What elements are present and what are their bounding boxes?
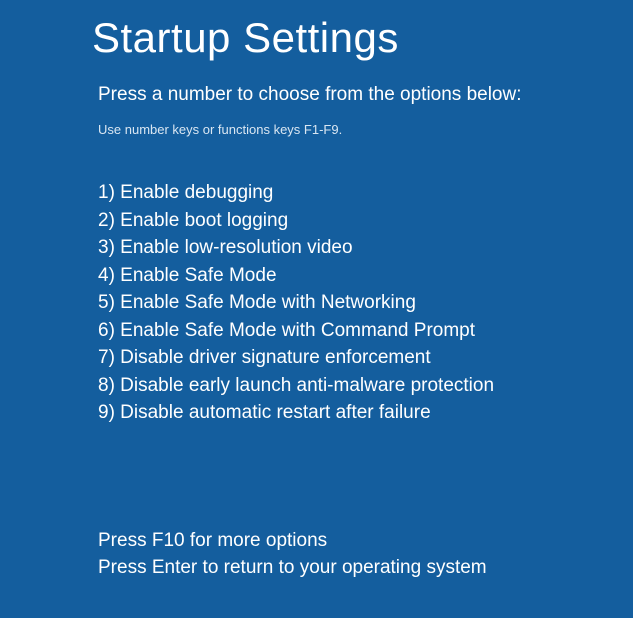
instruction-text: Press a number to choose from the option…: [92, 84, 633, 106]
page-title: Startup Settings: [92, 14, 633, 62]
option-7[interactable]: 7) Disable driver signature enforcement: [98, 344, 633, 372]
option-9[interactable]: 9) Disable automatic restart after failu…: [98, 399, 633, 427]
startup-settings-screen: Startup Settings Press a number to choos…: [0, 0, 633, 582]
options-list: 1) Enable debugging 2) Enable boot loggi…: [92, 179, 633, 427]
option-3[interactable]: 3) Enable low-resolution video: [98, 234, 633, 262]
option-6[interactable]: 6) Enable Safe Mode with Command Prompt: [98, 317, 633, 345]
option-8[interactable]: 8) Disable early launch anti-malware pro…: [98, 372, 633, 400]
footer-instructions: Press F10 for more options Press Enter t…: [92, 527, 633, 582]
option-2[interactable]: 2) Enable boot logging: [98, 207, 633, 235]
hint-text: Use number keys or functions keys F1-F9.: [92, 122, 633, 137]
option-5[interactable]: 5) Enable Safe Mode with Networking: [98, 289, 633, 317]
option-1[interactable]: 1) Enable debugging: [98, 179, 633, 207]
more-options-hint: Press F10 for more options: [98, 527, 633, 555]
option-4[interactable]: 4) Enable Safe Mode: [98, 262, 633, 290]
return-hint: Press Enter to return to your operating …: [98, 554, 633, 582]
